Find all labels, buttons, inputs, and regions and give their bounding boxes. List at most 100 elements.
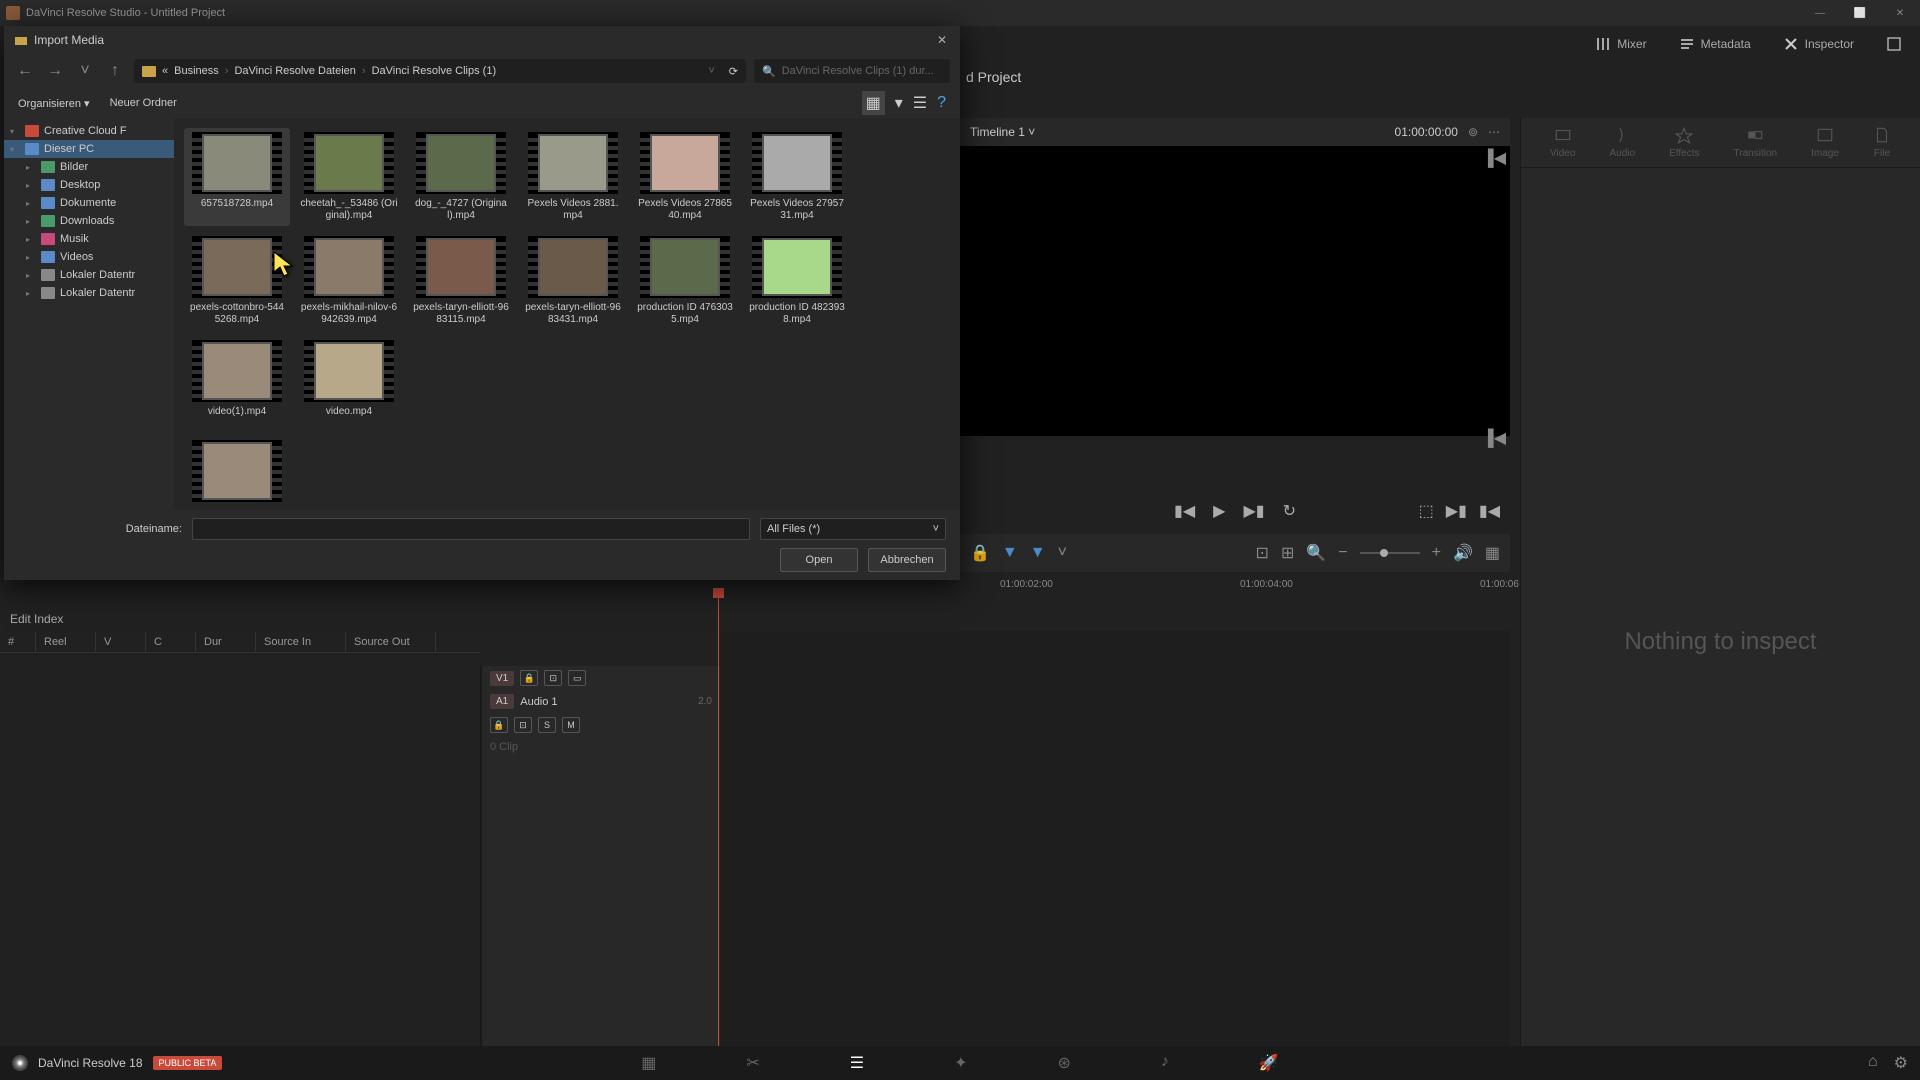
close-button[interactable]: ✕ <box>1880 0 1920 26</box>
forward-button[interactable]: → <box>44 60 66 82</box>
options-icon[interactable]: ⋯ <box>1488 125 1500 139</box>
prev-button[interactable]: ▮◀ <box>1174 501 1195 521</box>
fairlight-page-icon[interactable]: ♪ <box>1161 1053 1169 1073</box>
tree-item[interactable]: ▸Dokumente <box>4 194 174 212</box>
settings-icon[interactable]: ⚙ <box>1894 1053 1908 1073</box>
deliver-page-icon[interactable]: 🚀 <box>1259 1053 1279 1073</box>
media-page-icon[interactable]: ▦ <box>641 1053 656 1073</box>
timeline-ruler[interactable]: 01:00:02:00 01:00:04:00 01:00:06 <box>960 572 1510 596</box>
tab-image[interactable]: Image <box>1811 126 1839 159</box>
file-item[interactable]: Pexels Videos 2881.mp4 <box>520 128 626 226</box>
cut-page-icon[interactable]: ✂ <box>746 1053 759 1073</box>
timeline-body[interactable] <box>720 631 1510 1046</box>
refresh-icon[interactable]: ⟳ <box>729 65 738 78</box>
file-item[interactable]: pexels-taryn-elliott-9683431.mp4 <box>520 232 626 330</box>
file-item[interactable] <box>184 436 290 506</box>
tab-effects[interactable]: Effects <box>1669 126 1699 159</box>
play-button[interactable]: ▶ <box>1213 501 1225 521</box>
viewer[interactable] <box>960 146 1510 436</box>
auto-select-icon[interactable]: ⊡ <box>514 717 532 733</box>
history-button[interactable]: ˅ <box>74 60 96 82</box>
expand-button[interactable] <box>1878 32 1910 56</box>
home-icon[interactable]: ⌂ <box>1868 1053 1878 1073</box>
tab-video[interactable]: Video <box>1550 126 1575 159</box>
search-input[interactable]: 🔍 DaVinci Resolve Clips (1) dur... <box>754 59 950 83</box>
goto-start-icon[interactable]: ▮◀ <box>1479 501 1500 521</box>
minimize-button[interactable]: — <box>1800 0 1840 26</box>
tree-item[interactable]: ▸Downloads <box>4 212 174 230</box>
view-dropdown-icon[interactable]: ▾ <box>895 93 903 113</box>
file-item[interactable]: pexels-taryn-elliott-9683115.mp4 <box>408 232 514 330</box>
snap-icon[interactable]: 🔒 <box>970 543 990 563</box>
timecode-menu-icon[interactable]: ⊚ <box>1468 125 1478 139</box>
goto-end-icon[interactable]: ▶▮ <box>1446 501 1467 521</box>
view-options-icon[interactable]: ▦ <box>1485 543 1500 563</box>
metadata-button[interactable]: Metadata <box>1671 32 1759 56</box>
lock-audio-icon[interactable]: 🔒 <box>490 717 508 733</box>
tab-audio[interactable]: Audio <box>1609 126 1635 159</box>
mixer-button[interactable]: Mixer <box>1587 32 1654 56</box>
file-item[interactable]: video.mp4 <box>296 336 402 422</box>
timeline-name[interactable]: Timeline 1 ˅ <box>970 125 1035 139</box>
lock-icon[interactable]: 🔒 <box>520 670 538 686</box>
playhead[interactable] <box>718 596 719 1066</box>
zoom-out-icon[interactable]: − <box>1338 544 1347 562</box>
fusion-page-icon[interactable]: ✦ <box>954 1053 967 1073</box>
tree-item[interactable]: ▸Desktop <box>4 176 174 194</box>
file-item[interactable]: Pexels Videos 2786540.mp4 <box>632 128 738 226</box>
marker-blue-icon[interactable]: ▼ <box>1002 544 1018 562</box>
zoom-custom-icon[interactable]: 🔍 <box>1306 543 1326 563</box>
cancel-button[interactable]: Abbrechen <box>868 548 946 572</box>
crumb-folder3[interactable]: DaVinci Resolve Clips (1) <box>372 65 497 77</box>
crumb-folder2[interactable]: DaVinci Resolve Dateien <box>234 65 355 77</box>
organize-button[interactable]: Organisieren ▾ <box>18 97 90 110</box>
tree-item[interactable]: ▸Lokaler Datentr <box>4 284 174 302</box>
solo-button[interactable]: S <box>538 717 556 733</box>
prev-clip-icon[interactable]: ▐◀ <box>1482 148 1506 168</box>
inspector-button[interactable]: Inspector <box>1775 32 1862 56</box>
edit-page-icon[interactable]: ☰ <box>850 1053 864 1073</box>
audio-track-header[interactable]: A1 Audio 1 2.0 <box>482 690 720 713</box>
track-v1-tag[interactable]: V1 <box>490 671 514 686</box>
track-a1-tag[interactable]: A1 <box>490 694 514 709</box>
tab-file[interactable]: File <box>1873 126 1891 159</box>
video-track-header[interactable]: V1 🔒 ⊡ ▭ <box>482 666 720 690</box>
tree-item[interactable]: ▸Lokaler Datentr <box>4 266 174 284</box>
crumb-business[interactable]: Business <box>174 65 219 77</box>
file-item[interactable]: Pexels Videos 2795731.mp4 <box>744 128 850 226</box>
dialog-close-button[interactable]: ✕ <box>932 30 952 50</box>
tab-transition[interactable]: Transition <box>1734 126 1778 159</box>
mute-button[interactable]: M <box>562 717 580 733</box>
file-item[interactable]: dog_-_4727 (Original).mp4 <box>408 128 514 226</box>
file-item[interactable]: cheetah_-_53486 (Original).mp4 <box>296 128 402 226</box>
match-frame-icon[interactable]: ⬚ <box>1419 501 1434 521</box>
next-clip-icon[interactable]: ▐◀ <box>1482 428 1506 448</box>
crumb-dropdown-icon[interactable]: ˅ <box>708 65 714 77</box>
volume-icon[interactable]: 🔊 <box>1453 543 1473 563</box>
new-folder-button[interactable]: Neuer Ordner <box>110 97 177 110</box>
view-list-icon[interactable]: ☰ <box>913 93 927 113</box>
color-page-icon[interactable]: ⊛ <box>1057 1053 1070 1073</box>
flag-blue-icon[interactable]: ▼ <box>1030 544 1046 562</box>
flag-dropdown-icon[interactable]: ˅ <box>1058 544 1067 562</box>
maximize-button[interactable]: ⬜ <box>1840 0 1880 26</box>
file-item[interactable]: pexels-mikhail-nilov-6942639.mp4 <box>296 232 402 330</box>
up-button[interactable]: ↑ <box>104 60 126 82</box>
help-icon[interactable]: ? <box>937 94 946 112</box>
tree-item[interactable]: ▾Dieser PC <box>4 140 174 158</box>
back-button[interactable]: ← <box>14 60 36 82</box>
file-item[interactable]: production ID 4763035.mp4 <box>632 232 738 330</box>
zoom-in-icon[interactable]: + <box>1432 544 1441 562</box>
file-item[interactable]: pexels-cottonbro-5445268.mp4 <box>184 232 290 330</box>
tree-item[interactable]: ▸Musik <box>4 230 174 248</box>
zoom-fit-icon[interactable]: ⊡ <box>1256 543 1269 563</box>
link-icon[interactable]: ⊡ <box>544 670 562 686</box>
tree-item[interactable]: ▾Creative Cloud F <box>4 122 174 140</box>
zoom-slider[interactable] <box>1360 552 1420 554</box>
open-button[interactable]: Open <box>780 548 858 572</box>
filter-select[interactable]: All Files (*) ˅ <box>760 518 946 540</box>
tree-item[interactable]: ▸Bilder <box>4 158 174 176</box>
next-button[interactable]: ▶▮ <box>1243 501 1264 521</box>
file-item[interactable]: 657518728.mp4 <box>184 128 290 226</box>
disable-icon[interactable]: ▭ <box>568 670 586 686</box>
